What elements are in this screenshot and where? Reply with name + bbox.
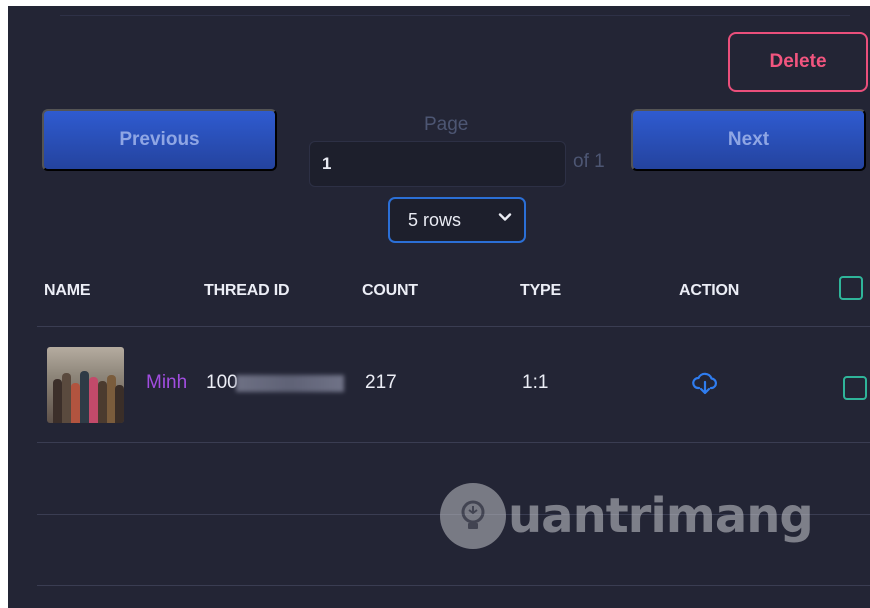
next-button[interactable]: Next: [631, 109, 866, 171]
select-all-checkbox[interactable]: [839, 276, 863, 300]
thread-id-cell: 100: [206, 372, 238, 393]
watermark-logo: uantrimang: [440, 476, 814, 556]
thread-name-link[interactable]: Minh: [146, 372, 187, 394]
header-count: COUNT: [362, 282, 418, 299]
header-divider: [37, 326, 870, 327]
rows-per-page-value: 5 rows: [408, 209, 462, 230]
thread-list-panel: Delete Previous Page 1 of 1 Next 5 rows …: [8, 6, 870, 608]
header-action: ACTION: [679, 282, 740, 299]
row-checkbox[interactable]: [843, 376, 867, 400]
redacted-thread-id: [236, 375, 344, 392]
watermark-text: uantrimang: [508, 488, 814, 544]
header-name: NAME: [44, 282, 91, 299]
page-total-text: of 1: [573, 151, 605, 172]
page-input[interactable]: 1: [309, 141, 566, 187]
avatar: [47, 347, 124, 423]
page-label: Page: [424, 114, 469, 135]
rows-per-page-select[interactable]: 5 rows: [388, 197, 526, 243]
type-cell: 1:1: [522, 372, 549, 393]
row-divider: [37, 442, 870, 443]
top-divider: [60, 15, 850, 16]
lightbulb-icon: [440, 483, 506, 549]
cloud-download-icon[interactable]: [692, 371, 718, 395]
chevron-down-icon: [498, 213, 512, 221]
row-divider: [37, 585, 870, 586]
header-thread-id: THREAD ID: [204, 282, 290, 299]
header-type: TYPE: [520, 282, 561, 299]
delete-button[interactable]: Delete: [728, 32, 868, 92]
count-cell: 217: [365, 372, 397, 393]
previous-button[interactable]: Previous: [42, 109, 277, 171]
